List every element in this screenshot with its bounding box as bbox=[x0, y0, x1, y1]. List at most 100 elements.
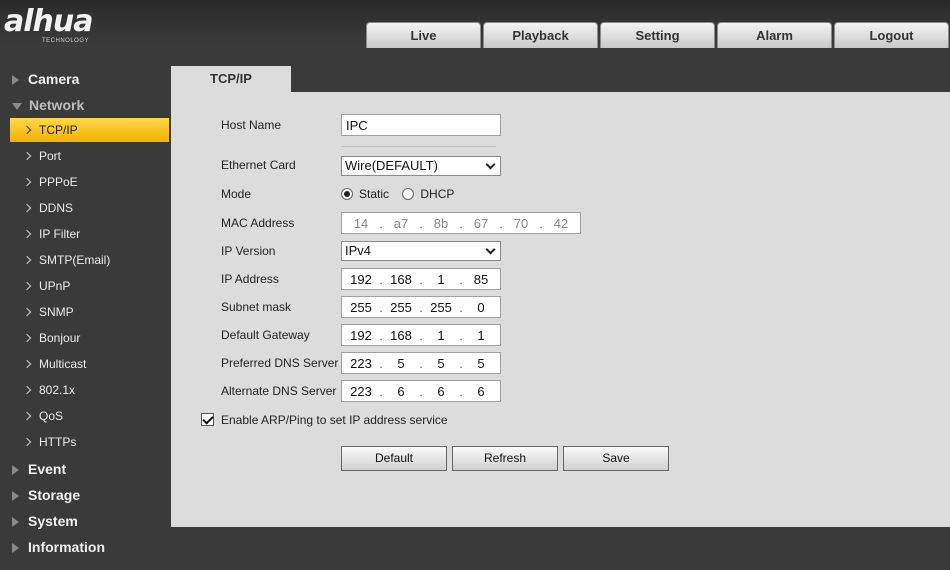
mac-octet: a7 bbox=[393, 215, 409, 231]
sidebar-cat-storage[interactable]: Storage bbox=[12, 482, 80, 508]
ip-octet[interactable]: 168 bbox=[386, 328, 416, 343]
mac-address-label: MAC Address bbox=[221, 216, 295, 230]
tab-playback[interactable]: Playback bbox=[483, 22, 598, 48]
gateway-field[interactable]: 192. 168. 1. 1 bbox=[341, 324, 501, 346]
octet-dot: . bbox=[459, 383, 463, 399]
octet-dot: . bbox=[379, 355, 383, 371]
ip-octet[interactable]: 255 bbox=[426, 300, 456, 315]
octet-dot: . bbox=[419, 327, 423, 343]
sidebar-item-multicast[interactable]: Multicast bbox=[10, 352, 169, 376]
octet-dot: . bbox=[379, 299, 383, 315]
octet-dot: . bbox=[379, 271, 383, 287]
ip-octet[interactable]: 85 bbox=[466, 272, 496, 287]
ip-version-select[interactable]: IPv4 bbox=[341, 241, 501, 261]
sidebar-item-ddns[interactable]: DDNS bbox=[10, 196, 169, 220]
sidebar-item-label: Multicast bbox=[39, 357, 87, 371]
tab-live[interactable]: Live bbox=[366, 22, 481, 48]
octet-dot: . bbox=[379, 383, 383, 399]
host-name-input[interactable] bbox=[342, 115, 500, 135]
ip-octet[interactable]: 192 bbox=[346, 272, 376, 287]
sidebar-item-label: Port bbox=[39, 149, 62, 163]
chevron-right-icon bbox=[22, 385, 32, 395]
sidebar-item-https[interactable]: HTTPs bbox=[10, 430, 169, 454]
ip-address-field[interactable]: 192. 168. 1. 85 bbox=[341, 268, 501, 290]
sidebar-cat-event[interactable]: Event bbox=[12, 456, 66, 482]
collapse-arrow-icon bbox=[12, 102, 22, 110]
sidebar-item-8021x[interactable]: 802.1x bbox=[10, 378, 169, 402]
arp-ping-checkbox[interactable] bbox=[201, 413, 214, 426]
ip-octet[interactable]: 5 bbox=[386, 356, 416, 371]
octet-dot: . bbox=[459, 355, 463, 371]
sidebar-item-upnp[interactable]: UPnP bbox=[10, 274, 169, 298]
ip-octet[interactable]: 0 bbox=[466, 300, 496, 315]
ethernet-card-value: Wire(DEFAULT) bbox=[345, 158, 438, 173]
subnet-mask-field[interactable]: 255. 255. 255. 0 bbox=[341, 296, 501, 318]
ip-octet[interactable]: 255 bbox=[346, 300, 376, 315]
sidebar-item-pppoe[interactable]: PPPoE bbox=[10, 170, 169, 194]
sidebar-item-bonjour[interactable]: Bonjour bbox=[10, 326, 169, 350]
ip-octet[interactable]: 6 bbox=[466, 384, 496, 399]
refresh-button[interactable]: Refresh bbox=[452, 446, 558, 471]
host-name-field[interactable] bbox=[341, 114, 501, 136]
ip-octet[interactable]: 255 bbox=[386, 300, 416, 315]
chevron-right-icon bbox=[22, 203, 32, 213]
sidebar-item-snmp[interactable]: SNMP bbox=[10, 300, 169, 324]
tab-logout[interactable]: Logout bbox=[834, 22, 949, 48]
sidebar-cat-label: System bbox=[28, 513, 78, 529]
sidebar-item-label: SNMP bbox=[39, 305, 74, 319]
host-name-label: Host Name bbox=[221, 118, 282, 132]
octet-dot: . bbox=[459, 327, 463, 343]
sidebar-item-port[interactable]: Port bbox=[10, 144, 169, 168]
sidebar-item-label: SMTP(Email) bbox=[39, 253, 111, 267]
sidebar-cat-system[interactable]: System bbox=[12, 508, 78, 534]
mode-label: Mode bbox=[221, 187, 252, 201]
ip-octet[interactable]: 1 bbox=[426, 328, 456, 343]
mac-address-field: 14. a7. 8b. 67. 70. 42 bbox=[341, 212, 581, 234]
sidebar-item-qos[interactable]: QoS bbox=[10, 404, 169, 428]
octet-dot: . bbox=[379, 327, 383, 343]
ip-octet[interactable]: 6 bbox=[386, 384, 416, 399]
tab-setting[interactable]: Setting bbox=[600, 22, 715, 48]
ip-octet[interactable]: 1 bbox=[426, 272, 456, 287]
sidebar-cat-label: Storage bbox=[28, 487, 81, 503]
mac-octet: 42 bbox=[553, 215, 569, 231]
sidebar-item-ip-filter[interactable]: IP Filter bbox=[10, 222, 169, 246]
ip-octet[interactable]: 1 bbox=[466, 328, 496, 343]
chevron-right-icon bbox=[22, 411, 32, 421]
sidebar-item-tcpip[interactable]: TCP/IP bbox=[10, 118, 169, 142]
sidebar-item-smtp[interactable]: SMTP(Email) bbox=[10, 248, 169, 272]
sidebar-item-label: PPPoE bbox=[39, 175, 78, 189]
mode-static-radio[interactable] bbox=[341, 188, 353, 200]
save-button[interactable]: Save bbox=[563, 446, 669, 471]
ip-octet[interactable]: 192 bbox=[346, 328, 376, 343]
chevron-right-icon bbox=[22, 281, 32, 291]
alternate-dns-field[interactable]: 223. 6. 6. 6 bbox=[341, 380, 501, 402]
ip-octet[interactable]: 223 bbox=[346, 384, 376, 399]
chevron-right-icon bbox=[22, 437, 32, 447]
ip-octet[interactable]: 5 bbox=[466, 356, 496, 371]
sidebar-cat-network[interactable]: Network bbox=[12, 92, 84, 118]
brand-logo: alhua TECHNOLOGY bbox=[4, 4, 154, 46]
ip-octet[interactable]: 168 bbox=[386, 272, 416, 287]
sidebar-item-label: IP Filter bbox=[39, 227, 81, 241]
sidebar-cat-camera[interactable]: Camera bbox=[12, 66, 79, 92]
mac-octet: 70 bbox=[513, 215, 529, 231]
preferred-dns-label: Preferred DNS Server bbox=[221, 356, 339, 370]
default-button[interactable]: Default bbox=[341, 446, 447, 471]
octet-dot: . bbox=[419, 355, 423, 371]
header-bar: alhua TECHNOLOGY Live Playback Setting A… bbox=[0, 0, 950, 48]
mode-dhcp-radio[interactable] bbox=[402, 188, 415, 200]
octet-dot: . bbox=[459, 215, 463, 231]
ip-octet[interactable]: 5 bbox=[426, 356, 456, 371]
sidebar-item-label: UPnP bbox=[39, 279, 71, 293]
ip-octet[interactable]: 6 bbox=[426, 384, 456, 399]
ethernet-card-select[interactable]: Wire(DEFAULT) bbox=[341, 156, 501, 176]
chevron-right-icon bbox=[22, 255, 32, 265]
sidebar-cat-label: Information bbox=[28, 539, 105, 555]
octet-dot: . bbox=[419, 299, 423, 315]
tab-alarm[interactable]: Alarm bbox=[717, 22, 832, 48]
preferred-dns-field[interactable]: 223. 5. 5. 5 bbox=[341, 352, 501, 374]
sidebar-cat-information[interactable]: Information bbox=[12, 534, 105, 560]
ip-octet[interactable]: 223 bbox=[346, 356, 376, 371]
ip-version-value: IPv4 bbox=[345, 243, 372, 258]
